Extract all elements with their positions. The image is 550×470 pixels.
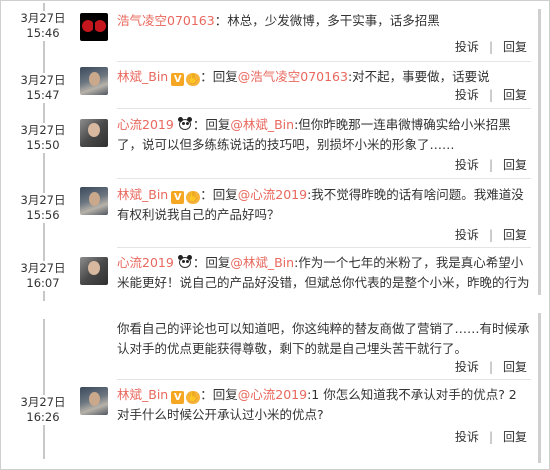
avatar-face <box>89 72 100 86</box>
avatar[interactable] <box>80 13 108 41</box>
comment-text: 林总，少发微博，多干实事，话多招黑 <box>227 13 440 28</box>
mention-link[interactable]: @浩气凌空070163 <box>238 69 348 84</box>
reply-prefix: ：回复 <box>200 387 238 402</box>
comment-actions: 投诉 | 回复 <box>454 360 527 374</box>
reply-button[interactable]: 回复 <box>503 360 527 374</box>
avatar-face <box>89 192 100 206</box>
reply-prefix: ：回复 <box>192 117 231 132</box>
avatar[interactable] <box>80 387 108 415</box>
avatar-eye <box>94 20 106 32</box>
avatar[interactable] <box>80 119 108 147</box>
screenshot-gap <box>1 301 549 313</box>
verified-v-icon: V <box>171 191 185 204</box>
comment-actions: 投诉 | 回复 <box>454 88 527 102</box>
time-label: 16:26 <box>26 410 60 424</box>
comment-date: 3月27日 16:07 <box>15 261 71 291</box>
report-button[interactable]: 投诉 <box>455 158 479 172</box>
comment-body: 林斌_Bin V ✋：回复@心流2019:我不觉得昨晚的话有啥问题。我难道没有权利说… <box>117 185 531 225</box>
date-label: 3月27日 <box>20 73 66 87</box>
username-link[interactable]: 林斌_Bin <box>117 69 168 84</box>
reply-prefix: ：回复 <box>200 187 238 202</box>
avatar-mask <box>93 17 95 37</box>
verified-v-icon: V <box>171 391 185 404</box>
comment-actions: 投诉 | 回复 <box>454 158 527 172</box>
weibo-comment-thread: 3月27日 15:46 浩气凌空070163：林总，少发微博，多干实事，话多招黑… <box>0 0 550 470</box>
avatar[interactable] <box>80 257 108 285</box>
divider <box>117 178 531 179</box>
date-label: 3月27日 <box>20 11 66 25</box>
comment-date: 3月27日 15:56 <box>15 193 71 223</box>
mention-link[interactable]: @心流2019 <box>238 387 307 402</box>
comment-body: 林斌_Bin V ✋：回复@心流2019:1 你怎么知道我不承认对手的优点? 2 对… <box>117 385 531 425</box>
report-button[interactable]: 投诉 <box>455 88 479 102</box>
date-label: 3月27日 <box>20 395 66 409</box>
time-label: 15:47 <box>26 88 60 102</box>
report-button[interactable]: 投诉 <box>455 430 479 444</box>
username-link[interactable]: 心流2019 <box>117 117 174 132</box>
divider <box>117 247 531 248</box>
date-label: 3月27日 <box>20 193 66 207</box>
reply-button[interactable]: 回复 <box>503 158 527 172</box>
avatar[interactable] <box>80 67 108 95</box>
username-link[interactable]: 心流2019 <box>117 255 174 270</box>
comment-date: 3月27日 15:46 <box>15 11 71 41</box>
username-link[interactable]: 浩气凌空070163 <box>117 13 215 28</box>
mention-link[interactable]: @林斌_Bin <box>230 117 294 132</box>
mention-link[interactable]: @林斌_Bin <box>230 255 294 270</box>
separator: ： <box>214 13 228 28</box>
timeline-line <box>43 319 45 459</box>
comment-date: 3月27日 15:47 <box>15 73 71 103</box>
time-label: 16:07 <box>26 276 60 290</box>
reply-prefix: ：回复 <box>192 255 231 270</box>
comment-body: 浩气凌空070163：林总，少发微博，多干实事，话多招黑 <box>117 11 531 31</box>
divider <box>117 61 531 62</box>
comment-actions: 投诉 | 回复 <box>454 228 527 242</box>
vip-hand-icon: ✋ <box>186 191 201 204</box>
verified-v-icon: V <box>171 73 185 86</box>
comment-actions: 投诉 | 回复 <box>454 430 527 444</box>
avatar-face <box>88 123 100 137</box>
scrollbar[interactable] <box>538 9 541 295</box>
report-button[interactable]: 投诉 <box>455 228 479 242</box>
reply-button[interactable]: 回复 <box>503 430 527 444</box>
reply-button[interactable]: 回复 <box>503 88 527 102</box>
date-label: 3月27日 <box>20 123 66 137</box>
comment-text: 你看自己的评论也可以知道吧，你这纯粹的替友商做了营销了……有时候承认对手的优点更… <box>117 321 530 356</box>
date-label: 3月27日 <box>20 261 66 275</box>
panda-badge-icon <box>177 117 193 131</box>
avatar[interactable] <box>80 187 108 215</box>
report-button[interactable]: 投诉 <box>455 40 479 54</box>
comment-body: 心流2019 ：回复@林斌_Bin:但你昨晚那一连串微博确实给小米招黑了，说可以但… <box>117 115 531 155</box>
vip-hand-icon: ✋ <box>186 391 201 404</box>
report-button[interactable]: 投诉 <box>455 360 479 374</box>
comment-date: 3月27日 16:26 <box>15 395 71 425</box>
comment-actions: 投诉 | 回复 <box>454 40 527 54</box>
username-link[interactable]: 林斌_Bin <box>117 187 168 202</box>
comment-body: 林斌_Bin V ✋：回复@浩气凌空070163:对不起，事要做，话要说 <box>117 67 531 87</box>
comment-continuation: 你看自己的评论也可以知道吧，你这纯粹的替友商做了营销了……有时候承认对手的优点更… <box>117 319 531 359</box>
comment-body: 心流2019 ：回复@林斌_Bin:作为一个七年的米粉了，我是真心希望小米能更好！… <box>117 253 531 295</box>
avatar-face <box>88 261 100 275</box>
reply-prefix: ：回复 <box>200 69 238 84</box>
time-label: 15:50 <box>26 138 60 152</box>
vip-hand-icon: ✋ <box>186 73 201 86</box>
username-link[interactable]: 林斌_Bin <box>117 387 168 402</box>
divider <box>117 379 531 380</box>
mention-link[interactable]: @心流2019 <box>238 187 307 202</box>
comment-text: :对不起，事要做，话要说 <box>347 69 490 84</box>
panda-badge-icon <box>177 255 193 269</box>
time-label: 15:46 <box>26 26 60 40</box>
divider <box>117 108 531 109</box>
avatar-face <box>89 392 100 406</box>
reply-button[interactable]: 回复 <box>503 40 527 54</box>
comment-date: 3月27日 15:50 <box>15 123 71 153</box>
time-label: 15:56 <box>26 208 60 222</box>
scrollbar[interactable] <box>538 313 541 463</box>
reply-button[interactable]: 回复 <box>503 228 527 242</box>
timeline-line <box>43 3 45 303</box>
